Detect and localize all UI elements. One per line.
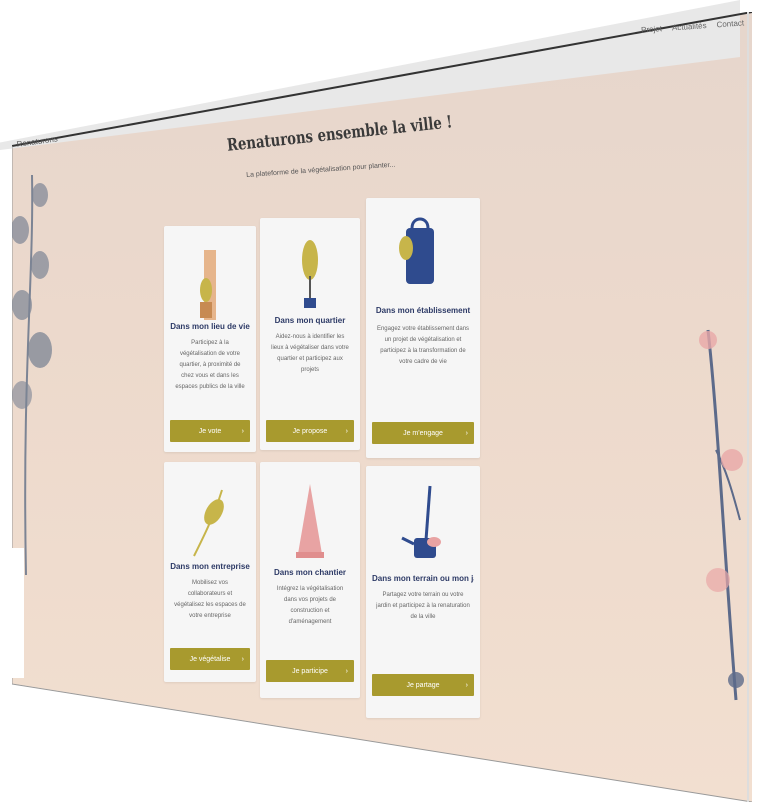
card-button[interactable]: Je vote ›	[170, 420, 250, 442]
card-button[interactable]: Je végétalise ›	[170, 648, 250, 670]
card-company: Dans mon entreprise Mobilisez vos collab…	[164, 462, 256, 682]
card-button-label: Je végétalise	[189, 655, 231, 663]
card-description: Participez à la végétalisation de votre …	[175, 340, 245, 390]
leaf-decoration-icon	[12, 175, 52, 575]
card-button-label: Je vote	[198, 427, 222, 435]
card-garden: Dans mon terrain ou mon jardin Partagez …	[366, 466, 480, 718]
nav-link-project[interactable]: Projet	[641, 24, 662, 34]
card-neighborhood: Dans mon quartier Aidez-nous à identifie…	[260, 218, 360, 450]
card-button[interactable]: Je participe ›	[266, 660, 354, 682]
card-construction-site: Dans mon chantier Intégrez la végétalisa…	[260, 462, 360, 698]
card-button-label: Je partage	[406, 681, 440, 689]
card-button-label: Je m'engage	[403, 429, 443, 437]
card-title: Dans mon quartier	[274, 316, 346, 325]
side-panel	[0, 548, 24, 678]
chevron-right-icon: ›	[465, 681, 468, 689]
card-title: Dans mon entreprise	[170, 562, 250, 571]
cone-icon	[296, 484, 324, 558]
watering-can-icon	[401, 485, 441, 558]
card-title: Dans mon terrain ou mon jardin	[372, 574, 474, 583]
chevron-right-icon: ›	[345, 667, 348, 675]
card-description: Intégrez la végétalisation dans vos proj…	[276, 586, 344, 625]
card-button[interactable]: Je partage ›	[372, 674, 474, 696]
card-button[interactable]: Je propose ›	[266, 420, 354, 442]
card-description: Partagez votre terrain ou votre jardin e…	[376, 592, 470, 620]
leaf-branch-icon	[193, 489, 224, 557]
plant-pot-icon	[200, 250, 216, 320]
tree-pot-icon	[302, 240, 318, 308]
card-living-place: Dans mon lieu de vie Participez à la vég…	[164, 226, 256, 452]
card-button-label: Je participe	[292, 667, 328, 675]
card-title: Dans mon lieu de vie	[170, 322, 250, 331]
card-button[interactable]: Je m'engage ›	[372, 422, 474, 444]
flower-decoration-icon	[699, 329, 744, 701]
card-title: Dans mon établissement	[375, 306, 471, 315]
card-establishment: Dans mon établissement Engagez votre éta…	[366, 198, 480, 458]
chevron-right-icon: ›	[241, 427, 244, 435]
card-title: Dans mon chantier	[273, 568, 346, 577]
card-description: Aidez-nous à identifier les lieux à végé…	[271, 334, 349, 373]
chevron-right-icon: ›	[465, 429, 468, 437]
card-button-label: Je propose	[292, 427, 328, 435]
chevron-right-icon: ›	[241, 655, 244, 663]
chevron-right-icon: ›	[345, 427, 348, 435]
card-description: Engagez votre établissement dans un proj…	[376, 326, 470, 365]
nav-link-contact[interactable]: Contact	[716, 18, 744, 29]
card-description: Mobilisez vos collaborateurs et végétali…	[174, 580, 246, 619]
bag-plant-icon	[399, 217, 434, 284]
